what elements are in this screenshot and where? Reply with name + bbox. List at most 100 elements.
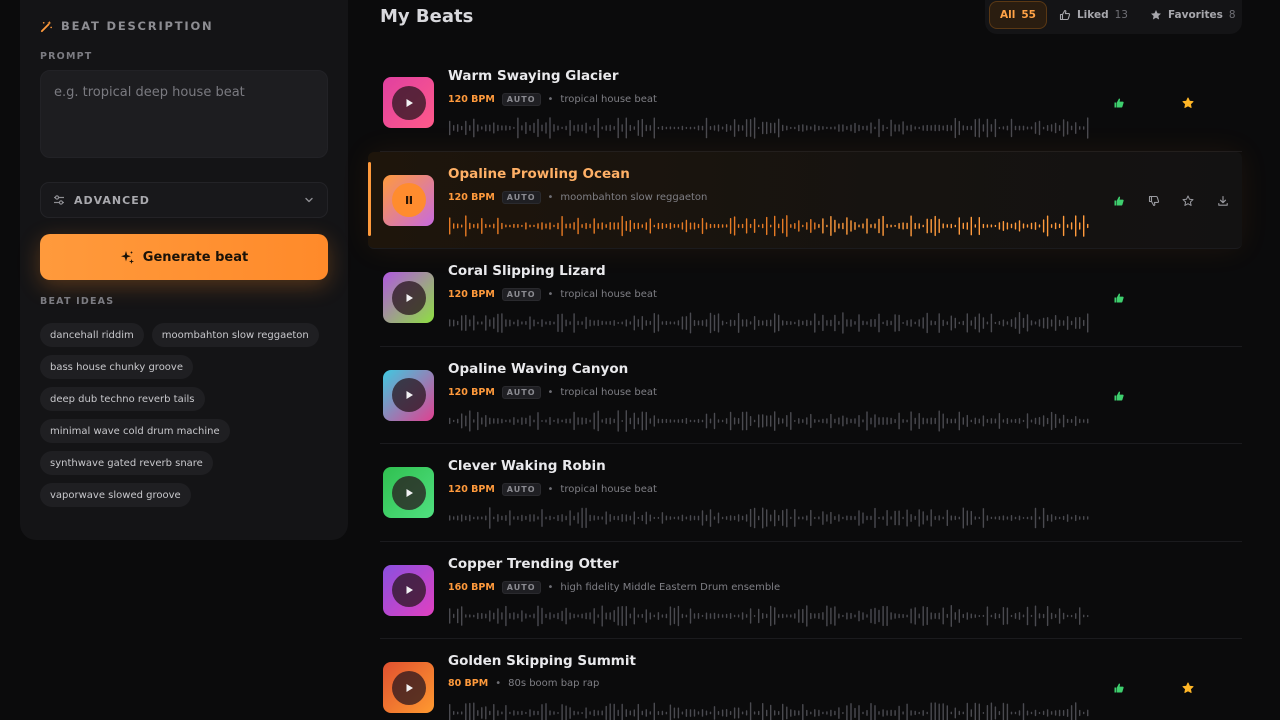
waveform-bar [850,515,852,521]
beat-row[interactable]: Golden Skipping Summit 80 BPM • 80s boom ba… [380,639,1242,720]
favorite-button[interactable] [1182,192,1196,206]
like-button[interactable] [1113,192,1127,206]
waveform-bar [665,320,668,326]
play-button[interactable] [391,280,426,315]
waveform-bar [762,223,764,228]
waveform-bar [721,419,724,422]
waveform-bar [609,221,611,230]
beat-idea-chip[interactable]: bass house chunky groove [40,355,193,379]
play-button[interactable] [391,85,426,120]
waveform-bar [457,223,459,228]
waveform-bar [1018,125,1021,131]
generate-beat-button[interactable]: Generate beat [40,234,328,280]
waveform-bar [1050,319,1053,327]
tab-liked-count: 13 [1114,9,1128,21]
waveform-bar [1034,417,1037,424]
waveform-bar [725,223,728,228]
waveform-bar [1054,222,1057,229]
waveform-bar [1054,516,1057,520]
star-icon [1182,195,1194,206]
play-button[interactable] [391,475,426,510]
tab-all[interactable]: All 55 [989,1,1047,29]
waveform-bar [681,711,684,715]
waveform-bar [886,320,888,326]
beat-ideas-list: dancehall riddim moombahton slow reggaeto… [40,323,330,507]
waveform-bar [669,222,672,229]
waveform-bar [513,321,515,325]
waveform-bar [593,412,595,429]
waveform-bar [894,124,896,132]
waveform[interactable] [448,604,1090,628]
waveform-bar [573,411,575,430]
waveform-bar [697,418,700,423]
tab-favorites[interactable]: Favorites 8 [1140,1,1246,29]
waveform-bar [629,417,631,424]
waveform[interactable] [448,311,1090,335]
waveform-bar [453,613,455,618]
favorite-button[interactable] [1182,679,1196,693]
waveform-bar [894,510,896,526]
waveform-bar [473,223,475,228]
prompt-input[interactable] [54,85,314,143]
waveform-bar [1050,612,1053,619]
waveform-bar [513,223,515,228]
waveform[interactable] [448,214,1090,238]
waveform[interactable] [448,409,1090,433]
waveform-bar [1014,516,1017,520]
waveform-bar [874,319,876,327]
beat-idea-chip[interactable]: dancehall riddim [40,323,144,347]
beat-idea-chip[interactable]: vaporwave slowed groove [40,483,191,507]
waveform-bar [966,125,968,131]
dislike-button[interactable] [1148,192,1162,206]
waveform-bar [958,710,960,716]
waveform-bar [677,320,680,326]
waveform-bar [549,611,551,620]
like-button[interactable] [1113,387,1127,401]
waveform-bar [557,222,559,229]
waveform-bar [814,124,816,132]
waveform-bar [637,417,639,424]
waveform-bar [954,418,956,423]
waveform-bar [830,126,832,130]
waveform-bar [758,319,760,327]
meta-separator: • [547,94,554,105]
download-button[interactable] [1217,192,1231,206]
beat-row[interactable]: Coral Slipping Lizard 120 BPM AUTO • tropica… [380,249,1242,347]
advanced-toggle[interactable]: ADVANCED [40,182,328,218]
favorite-button[interactable] [1182,94,1196,108]
waveform-bar [790,709,792,717]
waveform-bar [673,321,676,325]
play-button[interactable] [391,378,426,412]
beat-row[interactable]: Warm Swaying Glacier 120 BPM AUTO • tropical… [380,54,1242,152]
waveform-bar [842,712,844,715]
beat-idea-chip[interactable]: deep dub techno reverb tails [40,387,205,411]
waveform-bar [870,515,872,521]
beat-idea-chip[interactable]: minimal wave cold drum machine [40,419,230,443]
tab-all-label: All [1000,9,1016,21]
waveform-bar [513,126,515,129]
waveform[interactable] [448,506,1090,530]
beat-row[interactable]: Clever Waking Robin 120 BPM AUTO • tropical … [380,444,1242,542]
beat-row[interactable]: Opaline Waving Canyon 120 BPM AUTO • tropica… [380,347,1242,444]
beat-row[interactable]: Opaline Prowling Ocean 120 BPM AUTO • moomba… [368,151,1242,249]
waveform-bar [874,126,876,130]
beat-idea-chip[interactable]: synthwave gated reverb snare [40,451,213,475]
play-button[interactable] [391,573,426,607]
pause-button[interactable] [391,183,426,217]
waveform[interactable] [448,701,1090,720]
beat-row[interactable]: Copper Trending Otter 160 BPM AUTO • high fi… [380,542,1242,639]
waveform-bar [846,705,848,720]
play-button[interactable] [391,670,426,705]
like-button[interactable] [1113,289,1127,303]
waveform-bar [485,706,487,720]
waveform-bar [645,320,647,326]
beat-idea-chip[interactable]: moombahton slow reggaeton [151,323,319,347]
waveform-bar [882,416,884,425]
waveform-bar [950,604,952,627]
like-button[interactable] [1113,94,1127,108]
waveform-bar [902,322,904,324]
waveform-bar [966,611,968,620]
like-button[interactable] [1113,679,1127,693]
waveform[interactable] [448,116,1090,140]
tab-liked[interactable]: Liked 13 [1049,1,1138,29]
